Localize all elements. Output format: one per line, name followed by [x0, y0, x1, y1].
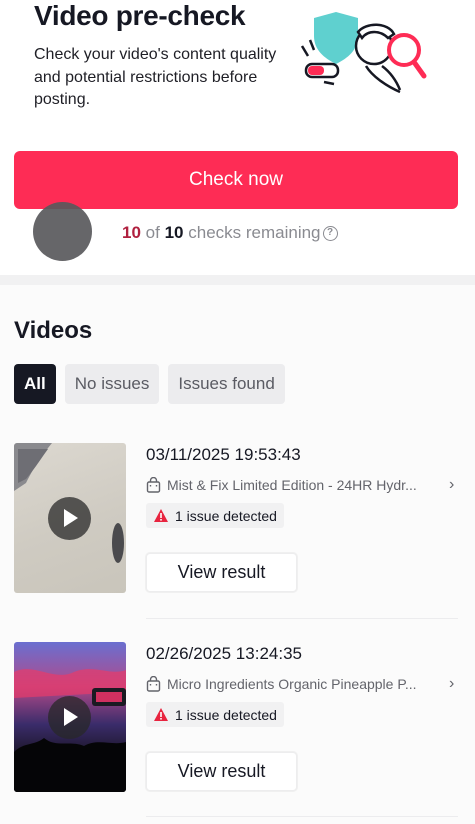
of-text: of: [145, 223, 160, 242]
filter-chips: All No issues Issues found: [14, 364, 285, 404]
product-link[interactable]: Micro Ingredients Organic Pineapple P...…: [146, 674, 461, 694]
video-card: 03/11/2025 19:53:43 Mist & Fix Limited E…: [14, 443, 461, 593]
video-thumbnail[interactable]: [14, 443, 126, 593]
videos-section: Videos All No issues Issues found 03/11/…: [0, 285, 475, 824]
shopping-bag-icon: [146, 676, 161, 692]
row-divider: [146, 618, 458, 619]
shopping-bag-icon: [146, 477, 161, 493]
warning-icon: [154, 708, 168, 721]
product-name: Mist & Fix Limited Edition - 24HR Hydr..…: [167, 477, 417, 493]
chevron-right-icon: ›: [449, 675, 455, 692]
product-name: Micro Ingredients Organic Pineapple P...: [167, 676, 417, 692]
magnifier-shield-illustration: [300, 12, 427, 94]
section-divider: [0, 275, 475, 285]
play-icon[interactable]: [48, 497, 91, 540]
row-divider: [146, 816, 458, 817]
issue-badge: 1 issue detected: [146, 702, 284, 727]
question-circle-icon[interactable]: ?: [322, 225, 338, 241]
video-card: 02/26/2025 13:24:35 Micro Ingredients Or…: [14, 642, 461, 792]
issue-text: 1 issue detected: [175, 706, 277, 723]
issue-badge: 1 issue detected: [146, 503, 284, 528]
video-date: 03/11/2025 19:53:43: [146, 445, 301, 464]
checks-remaining-label: checks remaining: [188, 223, 321, 242]
view-result-button[interactable]: View result: [146, 553, 297, 592]
video-date: 02/26/2025 13:24:35: [146, 644, 302, 663]
check-now-button[interactable]: Check now: [14, 151, 458, 209]
chevron-right-icon: ›: [449, 476, 455, 493]
product-link[interactable]: Mist & Fix Limited Edition - 24HR Hydr..…: [146, 475, 461, 495]
page-title: Video pre-check: [34, 0, 246, 31]
issue-text: 1 issue detected: [175, 507, 277, 524]
videos-title: Videos: [14, 317, 93, 344]
checks-remaining: 10 of 10 checks remaining ?: [122, 223, 338, 243]
video-thumbnail[interactable]: [14, 642, 126, 792]
checks-total-count: 10: [164, 223, 184, 242]
filter-all[interactable]: All: [14, 364, 56, 404]
touch-indicator: [33, 202, 92, 261]
precheck-header: Video pre-check Check your video's conte…: [0, 0, 475, 275]
filter-no-issues[interactable]: No issues: [64, 364, 160, 404]
filter-issues-found[interactable]: Issues found: [168, 364, 285, 404]
play-icon[interactable]: [48, 696, 91, 739]
checks-used-count: 10: [122, 223, 141, 242]
view-result-button[interactable]: View result: [146, 752, 297, 791]
page-description: Check your video's content quality and p…: [34, 46, 277, 108]
warning-icon: [154, 509, 168, 522]
